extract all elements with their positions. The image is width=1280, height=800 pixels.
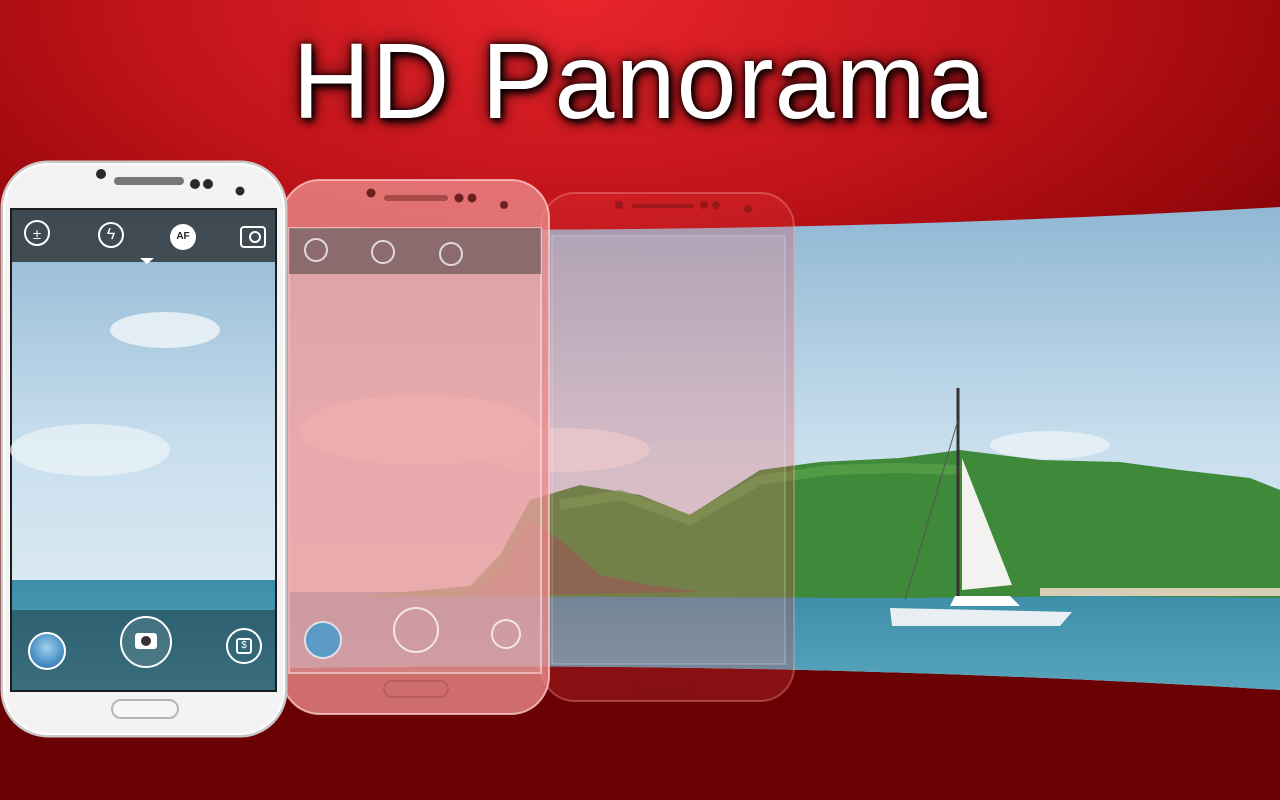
camera-bottom-bar: $	[12, 610, 275, 690]
mode-icon: $	[236, 638, 252, 654]
shutter-button[interactable]	[120, 616, 172, 668]
exposure-icon[interactable]: ±	[24, 220, 50, 246]
switch-camera-icon[interactable]	[240, 226, 266, 248]
camera-icon	[135, 633, 157, 649]
camera-top-bar: ± ϟ AF	[12, 212, 275, 260]
banner-title: HD Panorama	[292, 20, 988, 141]
autofocus-label: AF	[176, 231, 190, 242]
ghost-phone-outline	[540, 192, 795, 702]
pink-phone	[281, 179, 550, 715]
gallery-thumbnail[interactable]	[28, 632, 66, 670]
autofocus-icon[interactable]: AF	[170, 224, 196, 250]
mode-button[interactable]: $	[226, 628, 262, 664]
flash-auto-icon[interactable]: ϟ	[98, 222, 124, 248]
